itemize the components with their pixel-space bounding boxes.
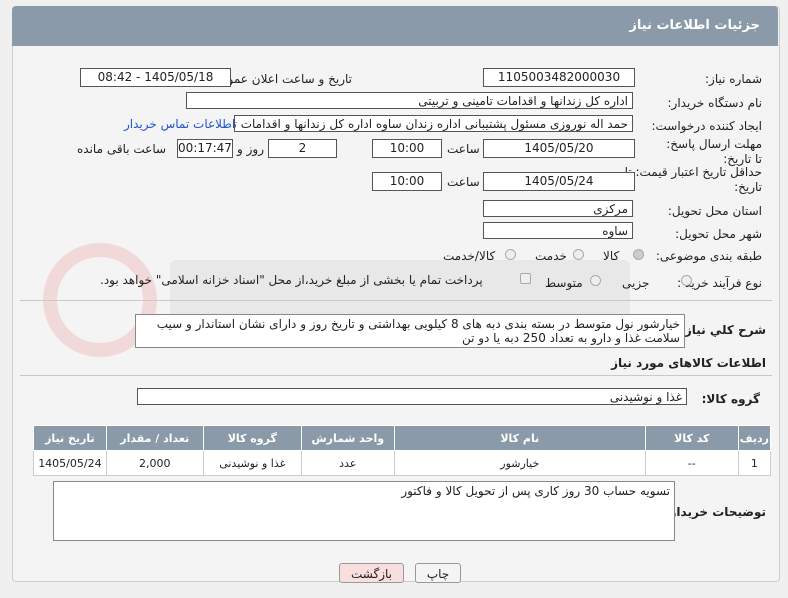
col-date: تاریخ نیاز: [33, 425, 107, 451]
buyer-org-field: اداره کل زندانها و اقدامات تامینی و تربی…: [186, 92, 633, 109]
table-row: 1 -- خیارشور عدد غذا و نوشیدنی 2,000 140…: [33, 450, 772, 476]
col-name: نام کالا: [393, 425, 646, 451]
goods-table: ردیف کد کالا نام کالا واحد شمارش گروه کا…: [33, 425, 772, 476]
city-field: ساوه: [483, 222, 633, 239]
cell-code: --: [644, 450, 739, 476]
buyer-org-label: نام دستگاه خریدار:: [667, 96, 763, 110]
need-number-field: 1105003482000030: [483, 68, 635, 87]
page-title: جزئیات اطلاعات نیاز: [629, 18, 760, 33]
price-date-field: 1405/05/24: [483, 172, 635, 191]
category-label: طبقه بندی موضوعی:: [655, 249, 762, 263]
creator-field: حمد اله نوروزی مسئول پشتیبانی اداره زندا…: [234, 115, 633, 132]
payment-note: پرداخت تمام یا بخشی از مبلغ خرید،از محل …: [100, 273, 483, 287]
col-row: ردیف: [737, 425, 772, 451]
reply-time-label: ساعت: [447, 142, 480, 156]
price-time-label: ساعت: [447, 175, 480, 189]
buyer-notes-textarea[interactable]: تسویه حساب 30 روز کاری پس از تحویل کالا …: [53, 481, 675, 541]
city-label: شهر محل تحویل:: [675, 227, 762, 241]
process-radio-medium[interactable]: [590, 275, 601, 286]
table-header-row: ردیف کد کالا نام کالا واحد شمارش گروه کا…: [33, 425, 772, 451]
process-option-minor: جزیی: [622, 276, 650, 290]
description-label: شرح کلي نياز:: [680, 323, 766, 337]
buyer-notes-label: توضیحات خریدار:: [664, 505, 766, 519]
col-code: کد کالا: [644, 425, 739, 451]
buyer-contact-link[interactable]: اطلاعات تماس خریدار: [124, 117, 235, 131]
cell-date: 1405/05/24: [33, 450, 107, 476]
goods-group-label: گروه کالا:: [701, 392, 760, 406]
print-button[interactable]: چاپ: [415, 563, 461, 583]
process-option-medium: متوسط: [545, 276, 583, 290]
reply-date-field: 1405/05/20: [483, 139, 635, 158]
back-button[interactable]: بازگشت: [339, 563, 404, 583]
announce-datetime-field: 1405/05/18 - 08:42: [80, 68, 231, 87]
col-qty: تعداد / مقدار: [105, 425, 204, 451]
price-time-field: 10:00: [372, 172, 442, 191]
category-option-goods: کالا: [603, 249, 620, 263]
need-number-label: شماره نیاز:: [705, 72, 762, 86]
price-validity-label: حداقل تاریخ اعتبار قیمت: تا تاریخ:: [624, 165, 762, 194]
category-radio-goods[interactable]: [633, 249, 644, 260]
cell-row: 1: [737, 450, 772, 476]
panel-header: جزئیات اطلاعات نیاز: [12, 6, 778, 46]
province-label: استان محل تحویل:: [667, 204, 762, 218]
cell-qty: 2,000: [105, 450, 204, 476]
remaining-label: ساعت باقی مانده: [77, 142, 167, 156]
reply-time-field: 10:00: [372, 139, 442, 158]
category-option-service: خدمت: [535, 249, 567, 263]
category-option-goods-service: کالا/خدمت: [443, 249, 496, 263]
creator-label: ایجاد کننده درخواست:: [651, 119, 762, 133]
divider: [20, 375, 772, 376]
category-radio-service[interactable]: [573, 249, 584, 260]
days-label: روز و: [237, 142, 264, 156]
goods-group-field: غذا و نوشیدنی: [137, 388, 687, 405]
goods-info-title: اطلاعات کالاهای مورد نیاز: [611, 356, 766, 370]
cell-name: خیارشور: [393, 450, 646, 476]
col-unit: واحد شمارش: [300, 425, 395, 451]
remaining-time-field: 00:17:47: [177, 139, 233, 158]
reply-deadline-label: مهلت ارسال پاسخ: تا تاریخ:: [666, 137, 762, 166]
process-radio-minor[interactable]: [681, 275, 692, 286]
category-radio-goods-service[interactable]: [505, 249, 516, 260]
payment-checkbox[interactable]: [520, 273, 531, 284]
cell-group: غذا و نوشیدنی: [202, 450, 302, 476]
description-textarea[interactable]: خیارشور نول متوسط در بسته بندی دبه های 8…: [135, 314, 685, 348]
col-group: گروه کالا: [202, 425, 302, 451]
divider: [20, 300, 772, 301]
days-field: 2: [268, 139, 337, 158]
province-field: مرکزی: [483, 200, 633, 217]
cell-unit: عدد: [300, 450, 395, 476]
